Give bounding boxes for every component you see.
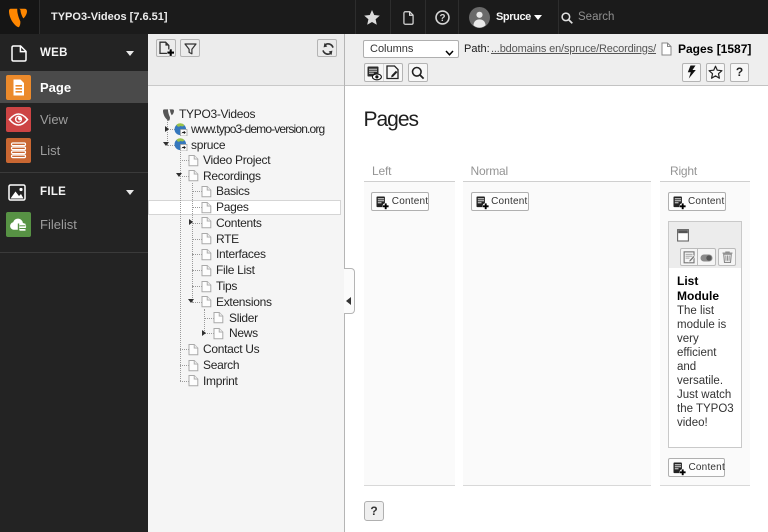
svg-text:?: ?: [439, 13, 445, 24]
